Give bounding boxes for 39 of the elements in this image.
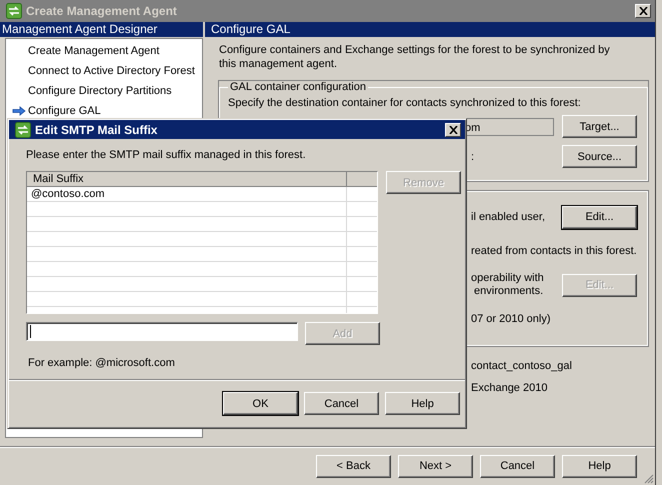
app-icon xyxy=(6,3,22,19)
instruction-text: Specify the destination container for contacts synchronized to this forest: xyxy=(228,97,582,109)
window-title: Create Management Agent xyxy=(26,4,178,18)
close-icon xyxy=(638,7,648,15)
dialog-button[interactable]: OK xyxy=(223,392,298,415)
step-item[interactable]: Configure GAL xyxy=(28,105,101,117)
close-button[interactable] xyxy=(445,122,461,136)
setting-text: reated from contacts in this forest. xyxy=(471,244,637,258)
value-text: Exchange 2010 xyxy=(471,382,548,394)
resize-grip xyxy=(644,474,654,484)
wizard-button[interactable]: < Back xyxy=(316,454,391,478)
example-text: For example: @microsoft.com xyxy=(28,357,176,369)
dialog-button[interactable]: Help xyxy=(385,392,460,415)
app-icon xyxy=(15,122,31,138)
suffix-input[interactable] xyxy=(26,322,298,341)
target-button[interactable]: Target... xyxy=(562,115,637,138)
dialog-button[interactable]: Cancel xyxy=(304,392,379,415)
group-title: GAL container configuration xyxy=(229,81,367,93)
setting-text: il enabled user, xyxy=(471,210,545,224)
step-item[interactable]: Configure Directory Partitions xyxy=(28,85,172,97)
setting-text: environments. xyxy=(473,285,544,298)
close-icon xyxy=(448,126,458,134)
prompt-text: Please enter the SMTP mail suffix managed in this forest. xyxy=(26,149,307,161)
setting-text: operability with xyxy=(471,272,544,285)
value-text: contact_contoso_gal xyxy=(471,360,573,372)
list-item[interactable]: @contoso.com xyxy=(27,187,347,201)
step-item[interactable]: Create Management Agent xyxy=(28,45,160,57)
page-description: Configure containers and Exchange settings for the forest to be synchronized by this management agent. xyxy=(219,43,611,71)
edit-button[interactable]: Edit... xyxy=(562,206,637,228)
step-item[interactable]: Connect to Active Directory Forest xyxy=(28,65,195,77)
wizard-button[interactable]: Help xyxy=(562,454,637,478)
dialog-title: Edit SMTP Mail Suffix xyxy=(35,122,158,136)
page-header: Configure GAL xyxy=(205,22,655,37)
panel-header: Management Agent Designer xyxy=(0,22,203,37)
wizard-button[interactable]: Cancel xyxy=(480,454,555,478)
setting-text: 07 or 2010 only) xyxy=(471,312,550,326)
source-button[interactable]: Source... xyxy=(562,145,637,168)
label-text: : xyxy=(470,150,476,162)
wizard-button[interactable]: Next > xyxy=(398,454,473,478)
